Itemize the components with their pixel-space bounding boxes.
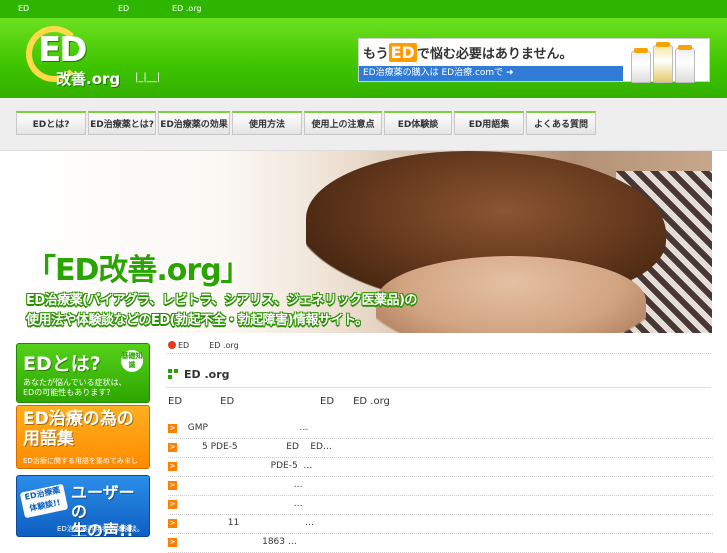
banner-cta: ED治療薬の購入は ED治療.comで ➜: [359, 66, 623, 81]
sidebar-what-is-ed-button[interactable]: EDとは? 基礎知識 あなたが悩んでいる症状は、 EDの可能性もあります?: [16, 343, 150, 403]
banner-headline: もう ED で悩む必要はありません。: [363, 43, 572, 62]
list-item[interactable]: > 1863 …: [168, 534, 713, 553]
nav-item-precautions[interactable]: 使用上の注意点: [304, 111, 382, 135]
logo-subtitle: |_|__|: [135, 72, 161, 83]
nav-item-experiences[interactable]: ED体験談: [384, 111, 452, 135]
sidebar-btn2-title: ED治療の為の 用語集: [23, 409, 134, 449]
top-strip-right: ED .org: [172, 4, 202, 13]
nav-item-drug-effects[interactable]: ED治療薬の効果: [158, 111, 230, 135]
list-item[interactable]: > …: [168, 496, 713, 515]
arrow-right-icon: >: [168, 538, 177, 547]
hero-tagline-2: 使用法や体験談などのED(勃起不全・勃起障害)情報サイト。: [26, 313, 368, 328]
nav-item-glossary[interactable]: ED用語集: [454, 111, 524, 135]
list-item-text: 5 PDE-5 ED ED…: [182, 442, 332, 452]
nav-item-usage[interactable]: 使用方法: [232, 111, 302, 135]
list-item[interactable]: > PDE-5 …: [168, 458, 713, 477]
logo-domain-text: 改善.org: [56, 70, 121, 88]
section-title: ED .org: [168, 368, 230, 381]
ad-banner[interactable]: もう ED で悩む必要はありません。 ED治療薬の購入は ED治療.comで ➜: [358, 38, 710, 83]
section-title-text: ED .org: [184, 368, 230, 381]
logo-ed-text: ED: [38, 30, 87, 70]
sidebar-btn2-desc: ED治療に関する用語を集めてみました。: [23, 457, 138, 468]
intro-text: ED ED ED ED .org: [168, 396, 390, 407]
arrow-right-icon: >: [168, 443, 177, 452]
breadcrumb-home-link[interactable]: ED: [178, 341, 189, 350]
breadcrumb-current: ED .org: [209, 341, 239, 350]
hero-banner: 「ED改善.org」 ED治療薬(バイアグラ、レビトラ、シアリス、ジェネリック医…: [16, 151, 712, 333]
list-item[interactable]: > 11 …: [168, 515, 713, 534]
banner-text-after: で悩む必要はありません。: [416, 47, 573, 62]
list-item-text: 1863 …: [182, 537, 297, 547]
list-item-text: PDE-5 …: [182, 461, 313, 471]
sidebar-glossary-button[interactable]: ED治療の為の 用語集 ED治療に関する用語を集めてみました。: [16, 405, 150, 469]
article-list: > GMP … > 5 PDE-5 ED ED… > PDE-5 … > … >: [168, 420, 713, 553]
home-icon: [168, 341, 176, 349]
sidebar-btn3-title-1: ユーザーの: [71, 483, 135, 521]
nav-bar: EDとは? ED治療薬とは? ED治療薬の効果 使用方法 使用上の注意点 ED体…: [0, 98, 727, 151]
sidebar-btn2-title-1: ED治療の為の: [23, 409, 134, 429]
basic-knowledge-badge: 基礎知識: [121, 350, 143, 372]
list-item[interactable]: > …: [168, 477, 713, 496]
sidebar-btn1-desc-1: あなたが悩んでいる症状は、: [23, 378, 127, 387]
top-strip-left: ED: [18, 4, 30, 13]
section-divider: [166, 387, 711, 388]
list-item[interactable]: > GMP …: [168, 420, 713, 439]
nav-item-faq[interactable]: よくある質問: [526, 111, 596, 135]
arrow-right-icon: >: [168, 424, 177, 433]
top-strip: ED ED ED .org: [0, 0, 727, 18]
nav-item-treatment-drugs[interactable]: ED治療薬とは?: [88, 111, 156, 135]
sidebar-btn1-desc-2: EDの可能性もあります?: [23, 388, 111, 397]
hero-title: 「ED改善.org」: [26, 253, 251, 288]
experience-tag: ED治療薬体験談!!: [19, 483, 69, 519]
breadcrumb-divider: [166, 353, 711, 354]
banner-text-before: もう: [363, 47, 389, 62]
site-header: ED 改善.org |_|__| もう ED で悩む必要はありません。 ED治療薬の…: [0, 18, 727, 98]
nav-item-what-is-ed[interactable]: EDとは?: [16, 111, 86, 135]
arrow-right-icon: >: [168, 500, 177, 509]
sidebar-btn1-title: EDとは?: [23, 353, 101, 375]
arrow-right-icon: >: [168, 462, 177, 471]
sidebar-btn3-desc: ED治療薬利用者の体験談。: [57, 525, 144, 533]
list-item-text: 11 …: [182, 518, 315, 528]
hero-tagline-1: ED治療薬(バイアグラ、レビトラ、シアリス、ジェネリック医薬品)の: [26, 293, 417, 308]
list-item-text: …: [182, 499, 303, 509]
list-item[interactable]: > 5 PDE-5 ED ED…: [168, 439, 713, 458]
arrow-right-icon: >: [168, 481, 177, 490]
list-item-text: …: [182, 480, 303, 490]
top-strip-middle: ED: [118, 4, 130, 13]
banner-ed-mark: ED: [388, 43, 417, 62]
breadcrumb: ED ED .org: [168, 341, 239, 350]
global-nav: EDとは? ED治療薬とは? ED治療薬の効果 使用方法 使用上の注意点 ED体…: [16, 111, 598, 135]
section-grid-icon: [168, 369, 178, 379]
sidebar-user-voices-button[interactable]: ED治療薬体験談!! ユーザーの 生の声!! ED治療薬利用者の体験談。: [16, 475, 150, 537]
list-item-text: GMP …: [182, 423, 309, 433]
sidebar-btn2-title-2: 用語集: [23, 429, 74, 449]
arrow-right-icon: >: [168, 519, 177, 528]
